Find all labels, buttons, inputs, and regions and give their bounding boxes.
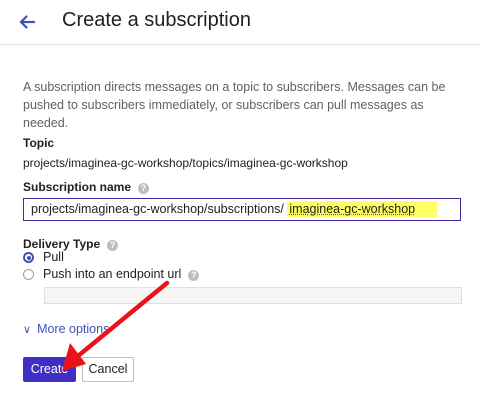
help-icon[interactable]: ? — [138, 183, 150, 194]
description-text: A subscription directs messages on a top… — [23, 80, 446, 130]
radio-pull-label: Pull — [43, 250, 64, 264]
help-icon[interactable]: ? — [107, 240, 119, 251]
page-title: Create a subscription — [62, 9, 251, 31]
help-icon[interactable]: ? — [188, 270, 200, 281]
subscription-value-highlight: imaginea-gc-workshop — [287, 201, 438, 217]
subscription-prefix: projects/imaginea-gc-workshop/subscripti… — [31, 202, 284, 216]
chevron-down-icon: ∨ — [23, 324, 32, 336]
radio-button[interactable] — [23, 269, 34, 280]
topic-label: Topic — [23, 136, 55, 150]
cancel-button[interactable]: Cancel — [82, 357, 134, 382]
create-button[interactable]: Create — [23, 357, 76, 382]
more-options-link[interactable]: ∨ More options — [23, 322, 109, 336]
radio-push-label: Push into an endpoint url? — [43, 267, 200, 281]
subscription-name-heading: Subscription name? — [23, 180, 150, 194]
radio-button-selected[interactable] — [23, 252, 34, 263]
delivery-type-label: Delivery Type — [23, 237, 101, 251]
subscription-name-label: Subscription name — [23, 180, 132, 194]
delivery-type-heading: Delivery Type? — [23, 237, 119, 251]
endpoint-url-input[interactable] — [44, 287, 462, 304]
subscription-name-input[interactable]: projects/imaginea-gc-workshop/subscripti… — [23, 198, 461, 221]
radio-push-text: Push into an endpoint url — [43, 267, 182, 281]
back-arrow-icon[interactable] — [14, 9, 40, 35]
page-header: Create a subscription — [0, 0, 481, 45]
more-options-label: More options — [37, 322, 110, 336]
topic-value: projects/imaginea-gc-workshop/topics/ima… — [23, 156, 348, 170]
subscription-name-value: imaginea-gc-workshop — [289, 202, 416, 216]
